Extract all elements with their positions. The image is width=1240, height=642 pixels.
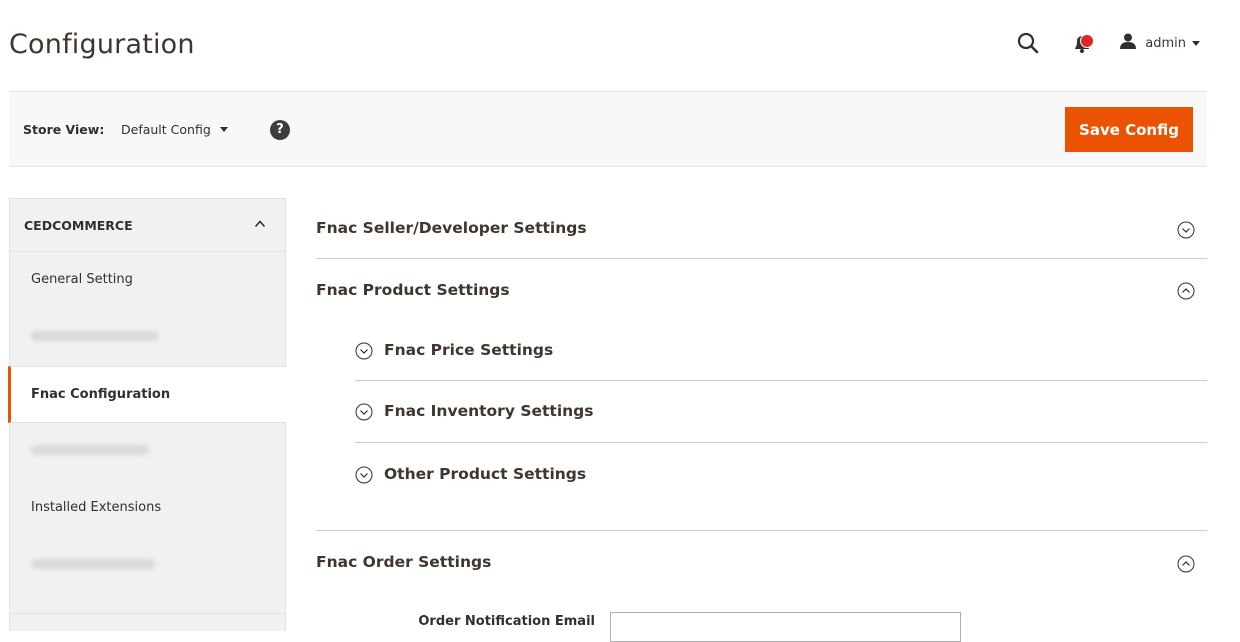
help-icon[interactable]: ? [270, 120, 290, 140]
expand-chevron-down-icon [355, 466, 373, 484]
sidebar-item-hidden[interactable] [10, 309, 285, 366]
chevron-down-icon [1192, 40, 1200, 46]
store-view-selected: Default Config [121, 122, 211, 137]
save-config-button[interactable]: Save Config [1065, 107, 1193, 152]
sidebar-item-hidden[interactable] [10, 423, 285, 480]
sidebar-item-fnac-configuration[interactable]: Fnac Configuration [8, 366, 286, 423]
sidebar-item-general-setting[interactable]: General Setting [10, 252, 285, 309]
header-actions: admin [1013, 28, 1200, 58]
blurred-label [31, 445, 149, 455]
chevron-down-icon [219, 127, 228, 132]
subsection-fnac-price-settings[interactable]: Fnac Price Settings [355, 320, 1207, 381]
page-header: Configuration admin [0, 0, 1240, 90]
order-notification-email-input[interactable] [610, 612, 961, 642]
section-title: Fnac Product Settings [316, 281, 510, 299]
collapse-chevron-up-icon [1177, 555, 1195, 573]
blurred-label [31, 331, 159, 341]
divider [10, 613, 285, 614]
section-fnac-seller-developer[interactable]: Fnac Seller/Developer Settings [316, 198, 1207, 259]
sidebar-item-hidden[interactable] [10, 537, 285, 594]
sidebar-group-header[interactable]: CEDCOMMERCE [10, 199, 285, 252]
store-view-bar: Store View: Default Config ? Save Config [9, 91, 1207, 167]
blurred-label [31, 559, 155, 569]
subsection-list: Fnac Price Settings Fnac Inventory Setti… [316, 320, 1207, 505]
collapse-chevron-up-icon [1177, 282, 1195, 300]
sidebar-item-label: Fnac Configuration [31, 387, 171, 402]
user-icon [1119, 32, 1137, 54]
order-notification-email-row: Order Notification Email [316, 612, 1207, 642]
subsection-title: Fnac Price Settings [384, 341, 554, 359]
user-menu[interactable]: admin [1119, 32, 1200, 54]
expand-chevron-down-icon [1177, 221, 1195, 239]
store-view-switcher[interactable]: Default Config [121, 122, 228, 137]
section-fnac-order-settings[interactable]: Fnac Order Settings [316, 531, 1207, 594]
config-sidebar: CEDCOMMERCE General Setting Fnac Configu… [8, 198, 286, 631]
subsection-title: Other Product Settings [384, 465, 587, 483]
subsection-other-product-settings[interactable]: Other Product Settings [355, 443, 1207, 505]
store-view-label: Store View: [23, 122, 105, 137]
section-title: Fnac Order Settings [316, 553, 492, 571]
chevron-up-icon [254, 220, 266, 228]
order-notification-email-label: Order Notification Email [418, 614, 595, 629]
sidebar-item-installed-extensions[interactable]: Installed Extensions [10, 480, 285, 537]
search-icon[interactable] [1013, 28, 1043, 58]
page-title: Configuration [9, 29, 195, 60]
subsection-fnac-inventory-settings[interactable]: Fnac Inventory Settings [355, 381, 1207, 443]
sidebar-item-label: Installed Extensions [31, 500, 162, 515]
subsection-title: Fnac Inventory Settings [384, 402, 594, 420]
section-fnac-product-settings[interactable]: Fnac Product Settings Fnac Price Setting… [316, 259, 1207, 531]
user-name: admin [1145, 35, 1186, 51]
notifications-bell-icon[interactable] [1067, 28, 1097, 58]
sidebar-group-title: CEDCOMMERCE [24, 218, 133, 233]
section-title: Fnac Seller/Developer Settings [316, 219, 587, 237]
expand-chevron-down-icon [355, 342, 373, 360]
expand-chevron-down-icon [355, 403, 373, 421]
config-main: Fnac Seller/Developer Settings Fnac Prod… [316, 198, 1207, 642]
sidebar-item-label: General Setting [31, 272, 133, 287]
